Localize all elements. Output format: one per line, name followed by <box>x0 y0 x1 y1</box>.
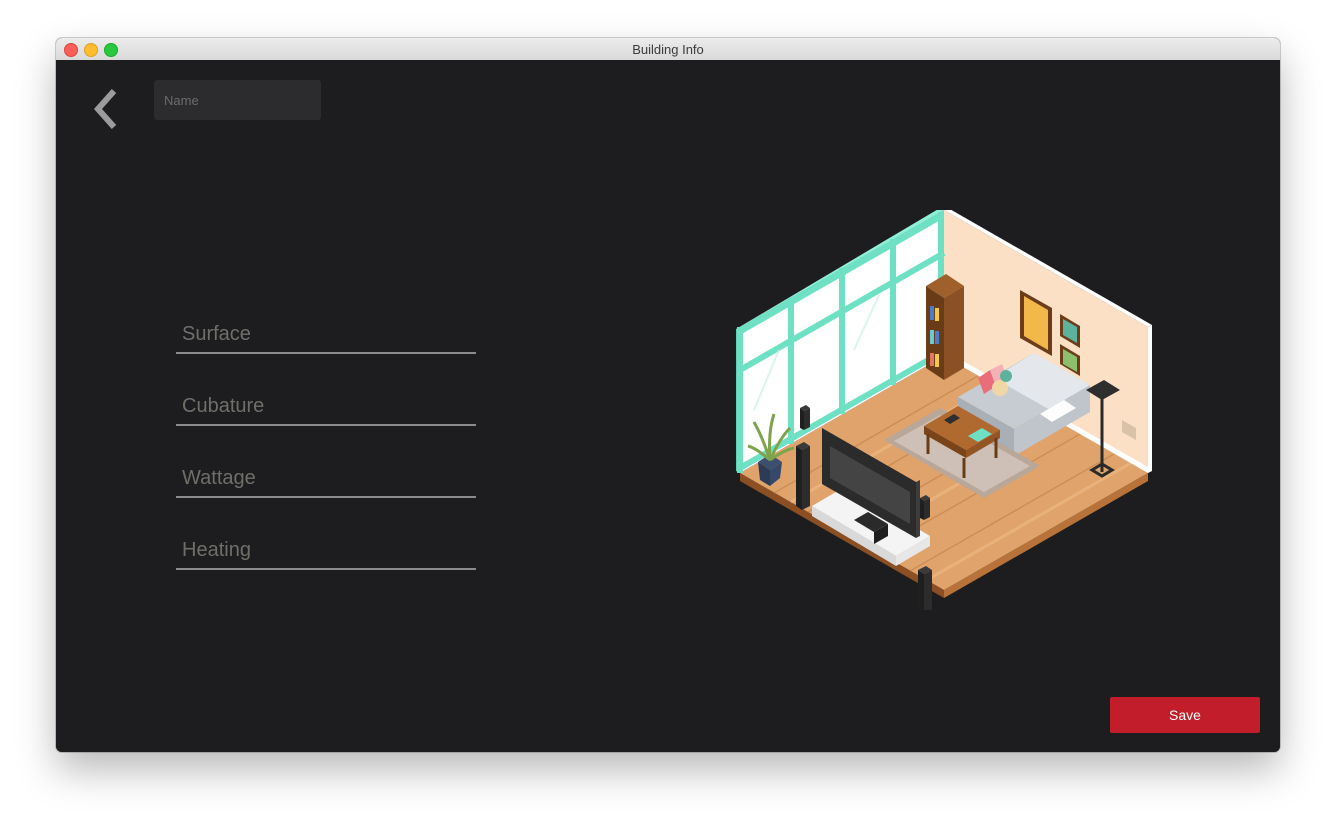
cubature-input[interactable] <box>176 388 476 424</box>
chevron-left-icon <box>93 89 117 129</box>
living-room-illustration <box>736 210 1152 610</box>
heating-input[interactable] <box>176 532 476 568</box>
app-window: Building Info Name Surface Cubature Watt… <box>56 38 1280 752</box>
window-title: Building Info <box>632 42 704 57</box>
title-bar: Building Info <box>56 38 1280 61</box>
name-input[interactable] <box>154 80 321 120</box>
save-button[interactable]: Save <box>1110 697 1260 733</box>
wattage-input[interactable] <box>176 460 476 496</box>
cubature-field <box>176 388 476 426</box>
surface-field <box>176 316 476 354</box>
wattage-field <box>176 460 476 498</box>
back-button[interactable] <box>92 88 120 130</box>
surface-input[interactable] <box>176 316 476 352</box>
heating-field <box>176 532 476 570</box>
main-content: Save <box>56 60 1280 752</box>
